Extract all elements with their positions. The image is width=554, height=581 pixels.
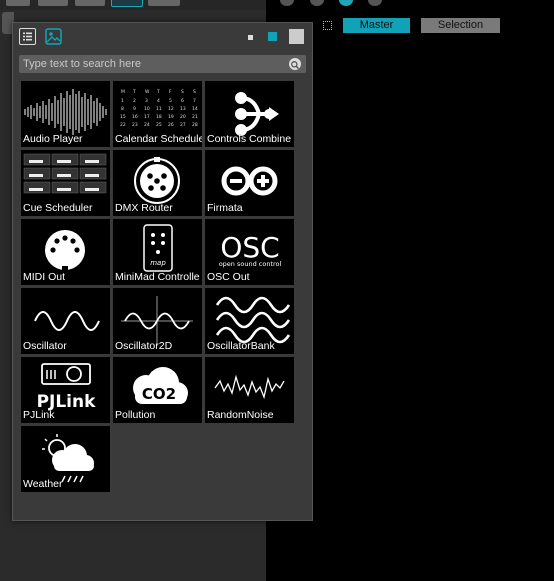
svg-text:27: 27 (180, 122, 186, 128)
module-tile-randomnoise[interactable]: RandomNoise (205, 357, 294, 423)
top-right-controls (272, 0, 554, 6)
module-label: Controls Combine (207, 133, 292, 145)
svg-text:S: S (193, 89, 196, 95)
circle-button[interactable] (368, 0, 382, 6)
module-tile-dmx-router[interactable]: DMX Router (113, 150, 202, 216)
svg-text:9: 9 (133, 106, 136, 112)
module-label: MIDI Out (23, 271, 66, 283)
svg-text:T: T (132, 89, 136, 95)
search-icon[interactable] (289, 58, 301, 70)
module-tile-oscillator2d[interactable]: Oscillator2D (113, 288, 202, 354)
image-grid-icon (45, 28, 62, 45)
toolbar-button[interactable] (38, 0, 68, 6)
top-toolbar (0, 0, 266, 10)
search-box (19, 55, 306, 73)
size-medium-button[interactable] (268, 32, 277, 41)
toolbar-button[interactable] (6, 0, 30, 6)
module-tile-calendar-schedule[interactable]: MTWTFSS 1234567 8 9 10 11 12 13 14 15 16 17 18 19 2… (113, 81, 202, 147)
module-tile-oscillator[interactable]: Oscillator (21, 288, 110, 354)
module-browser-popup: Audio Player MTWTFSS 1234567 89101112131… (12, 22, 313, 521)
svg-text:5: 5 (169, 98, 172, 104)
tab-selection[interactable]: Selection (421, 18, 500, 33)
module-label: Oscillator2D (115, 340, 173, 352)
svg-text:19: 19 (168, 114, 174, 120)
module-label: PJLink (23, 409, 55, 421)
svg-text:28: 28 (192, 122, 198, 128)
svg-text:4: 4 (157, 98, 160, 104)
module-label: RandomNoise (207, 409, 274, 421)
module-tile-firmata[interactable]: Firmata (205, 150, 294, 216)
svg-text:21: 21 (192, 114, 198, 120)
module-label: Weather (23, 478, 63, 490)
toolbar-button-active[interactable] (111, 0, 143, 7)
svg-text:17: 17 (144, 114, 150, 120)
search-input[interactable] (19, 55, 281, 73)
svg-text:15: 15 (120, 114, 126, 120)
toolbar-button[interactable] (148, 0, 180, 6)
module-tile-osc-out[interactable]: OSC open sound control OSC Out (205, 219, 294, 285)
module-label: Cue Scheduler (23, 202, 93, 214)
svg-text:3: 3 (145, 98, 148, 104)
module-tile-pollution[interactable]: CO2 Pollution (113, 357, 202, 423)
module-label: Firmata (207, 202, 243, 214)
svg-text:1: 1 (121, 98, 124, 104)
module-label: Pollution (115, 409, 156, 421)
svg-text:20: 20 (180, 114, 186, 120)
list-view-button[interactable] (19, 28, 36, 45)
module-label: Audio Player (23, 133, 83, 145)
list-icon (23, 32, 32, 41)
selection-mode-icon[interactable] (323, 21, 332, 30)
svg-text:CO2: CO2 (142, 385, 176, 403)
circle-button-active[interactable] (339, 0, 353, 6)
svg-text:11: 11 (156, 106, 162, 112)
svg-text:18: 18 (156, 114, 162, 120)
svg-text:2: 2 (133, 98, 136, 104)
svg-text:13: 13 (180, 106, 186, 112)
svg-text:6: 6 (181, 98, 184, 104)
tab-master[interactable]: Master (343, 18, 410, 33)
svg-text:25: 25 (156, 122, 162, 128)
module-label: MiniMad Controlle (115, 271, 200, 283)
svg-text:F: F (169, 89, 172, 95)
module-tile-midi-out[interactable]: MIDI Out (21, 219, 110, 285)
svg-text:S: S (181, 89, 184, 95)
module-tile-weather[interactable]: Weather (21, 426, 110, 492)
module-tile-controls-combine[interactable]: Controls Combine (205, 81, 294, 147)
size-large-button[interactable] (289, 29, 304, 44)
size-small-button[interactable] (248, 35, 253, 40)
circle-button[interactable] (310, 0, 324, 6)
module-tile-audio-player[interactable]: Audio Player (21, 81, 110, 147)
module-tile-cue-scheduler[interactable]: Cue Scheduler (21, 150, 110, 216)
module-label: DMX Router (115, 202, 173, 214)
svg-text:T: T (156, 89, 160, 95)
image-view-button[interactable] (45, 28, 62, 45)
svg-text:M: M (121, 89, 125, 95)
svg-text:16: 16 (132, 114, 138, 120)
svg-text:open sound control: open sound control (219, 260, 282, 268)
toolbar-button[interactable] (75, 0, 105, 6)
module-label: OSC Out (207, 271, 250, 283)
svg-text:12: 12 (168, 106, 174, 112)
svg-text:map: map (150, 259, 166, 267)
module-label: OscillatorBank (207, 340, 275, 352)
module-tile-oscillatorbank[interactable]: OscillatorBank (205, 288, 294, 354)
module-label: Oscillator (23, 340, 67, 352)
svg-text:W: W (145, 89, 150, 95)
svg-text:14: 14 (192, 106, 198, 112)
svg-text:23: 23 (132, 122, 138, 128)
module-tile-minimad-controller[interactable]: map MiniMad Controlle (113, 219, 202, 285)
svg-text:26: 26 (168, 122, 174, 128)
module-tile-pjlink[interactable]: PJLink PJLink (21, 357, 110, 423)
circle-button[interactable] (280, 0, 294, 6)
svg-text:24: 24 (144, 122, 150, 128)
svg-text:10: 10 (144, 106, 150, 112)
svg-text:8: 8 (121, 106, 124, 112)
svg-text:7: 7 (193, 98, 196, 104)
module-label: Calendar Schedule (115, 133, 202, 145)
svg-text:22: 22 (120, 122, 126, 128)
